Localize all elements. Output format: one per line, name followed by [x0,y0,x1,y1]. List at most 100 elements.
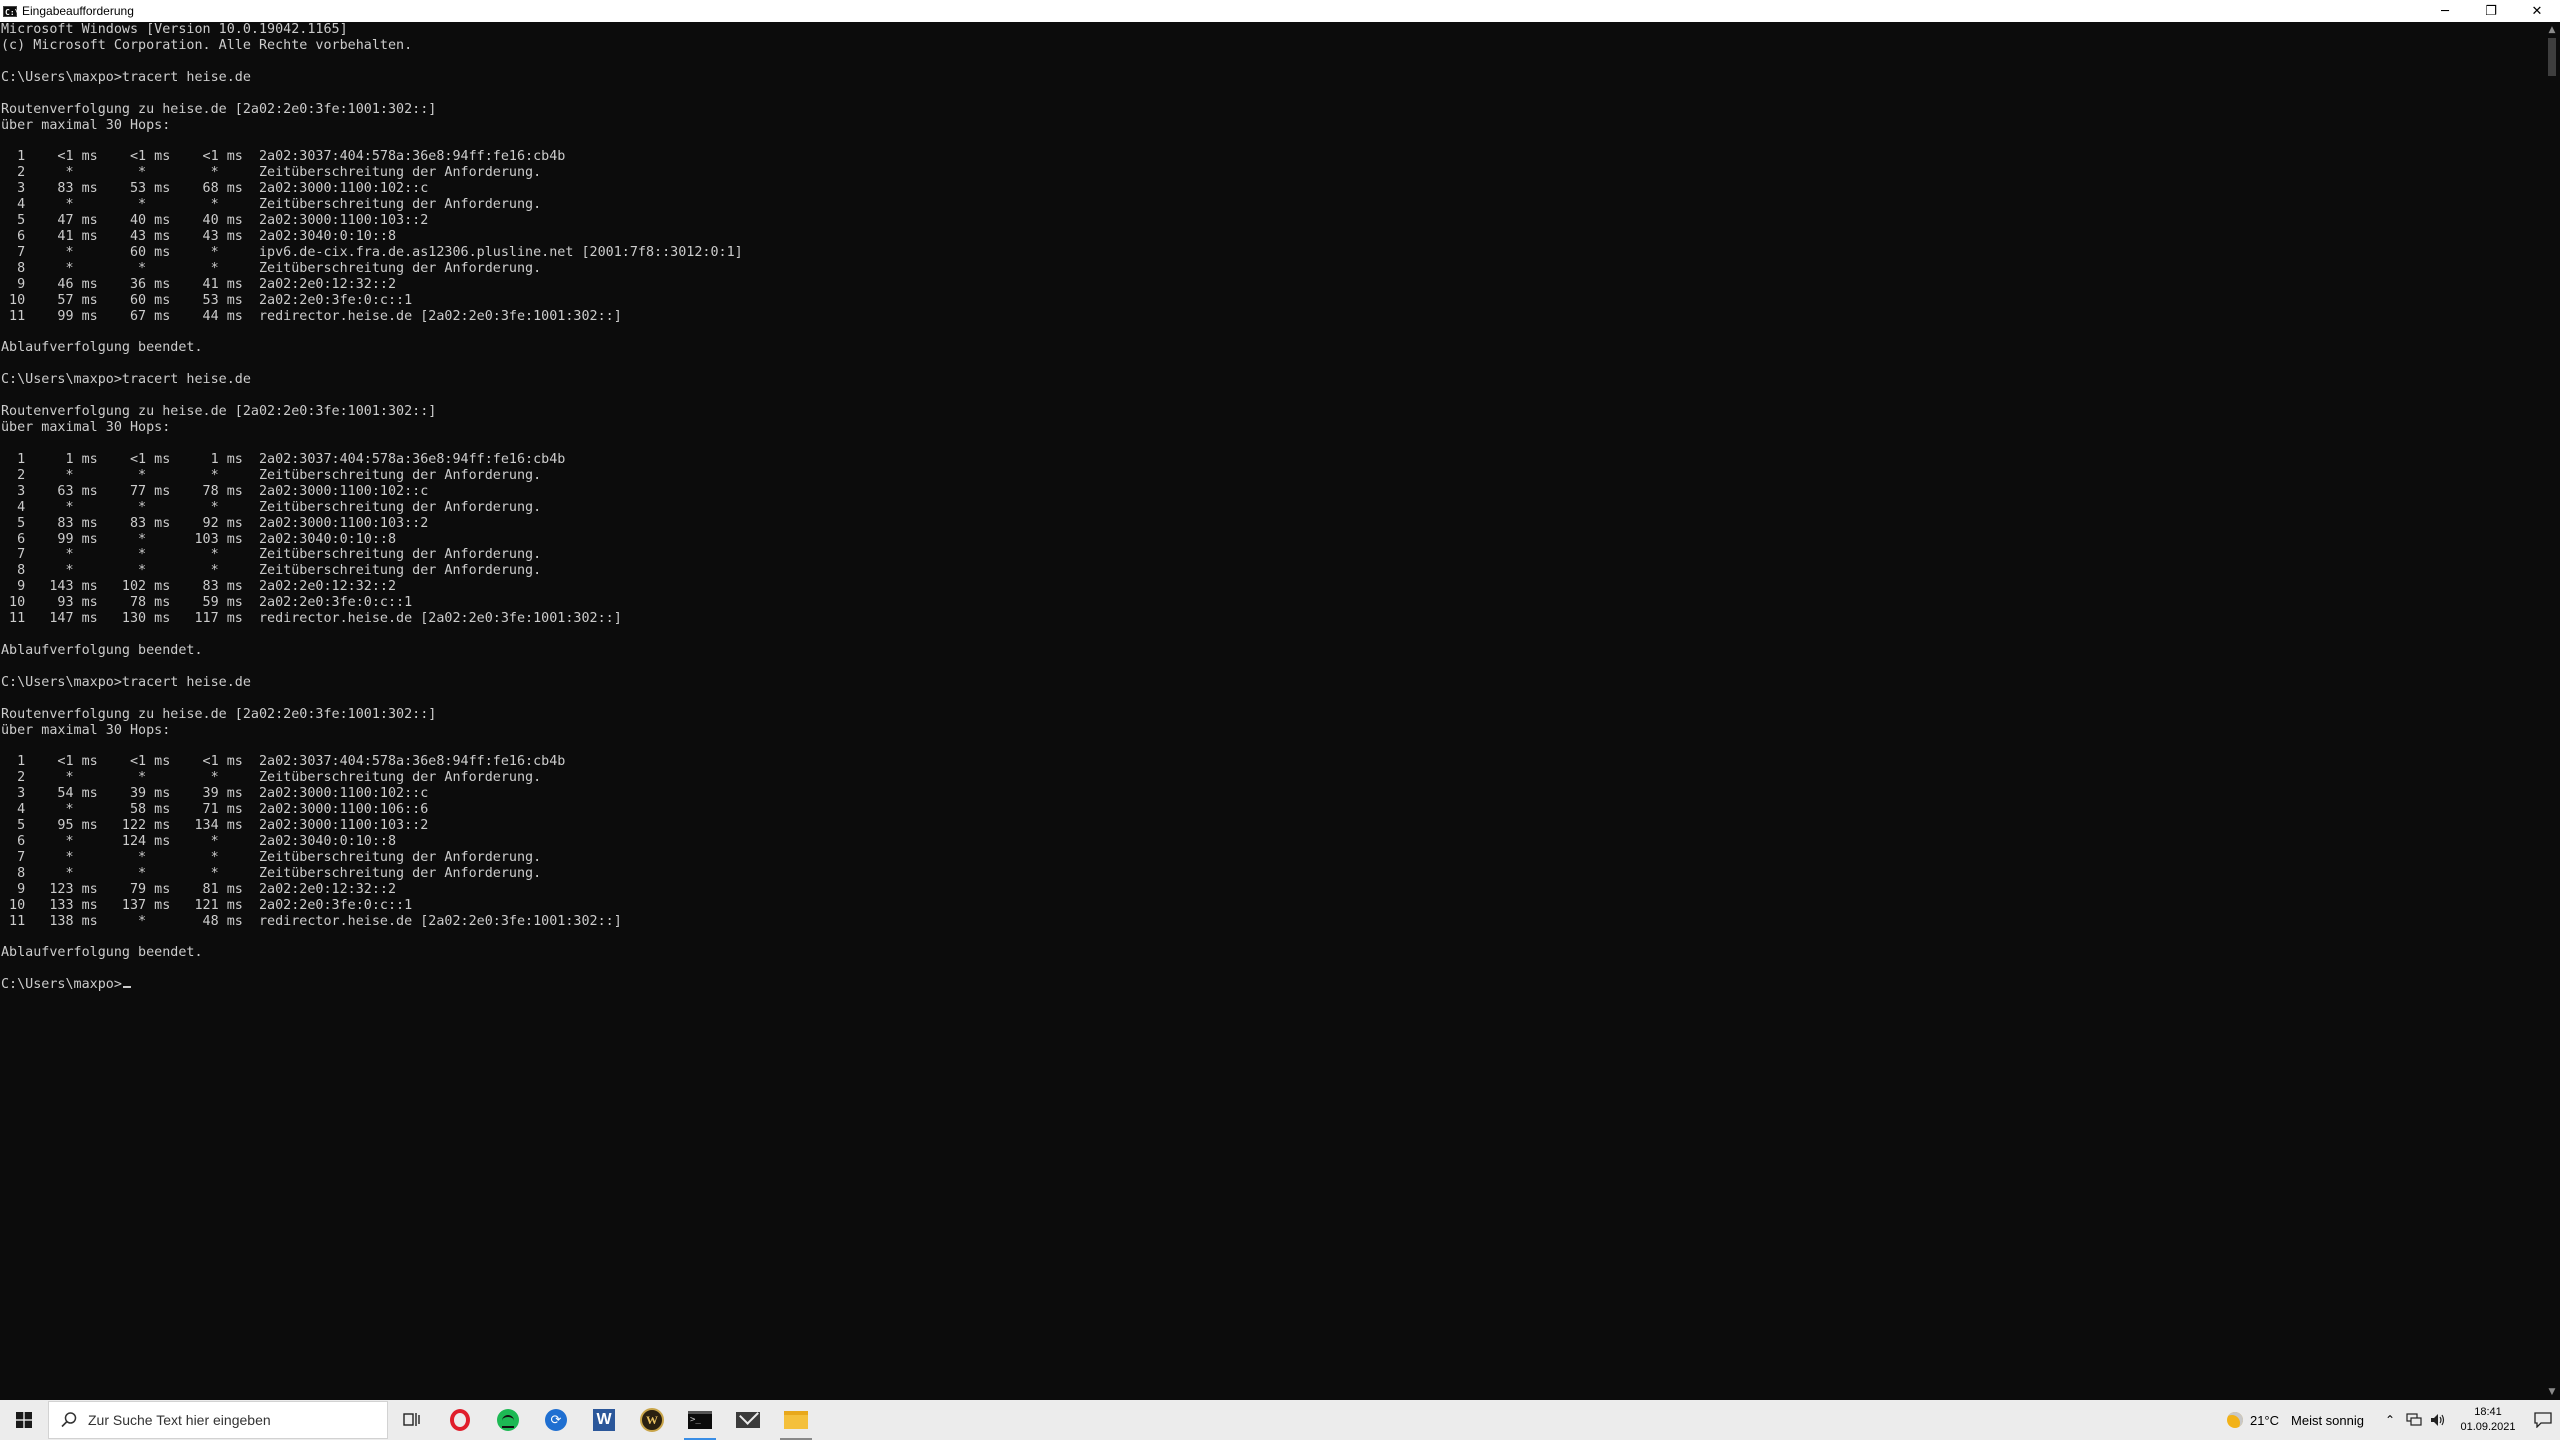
console-line: 6 99 ms * 103 ms 2a02:3040:0:10::8 [1,531,397,547]
console-line: C:\Users\maxpo>tracert heise.de [1,372,251,388]
console-line: 11 99 ms 67 ms 44 ms redirector.heise.de… [1,308,622,324]
mail-icon [736,1412,760,1428]
console-line: 11 138 ms * 48 ms redirector.heise.de [2… [1,913,622,929]
console-line: Ablaufverfolgung beendet. [1,340,203,356]
console-line: Microsoft Windows [Version 10.0.19042.11… [1,22,348,37]
task-view-icon [403,1413,420,1426]
console-line: Routenverfolgung zu heise.de [2a02:2e0:3… [1,101,437,117]
minimize-button[interactable]: ─ [2422,0,2468,22]
scroll-up-arrow-icon[interactable]: ▲ [2544,22,2560,38]
console-line: 1 <1 ms <1 ms <1 ms 2a02:3037:404:578a:3… [1,754,566,770]
console-line: Ablaufverfolgung beendet. [1,945,203,961]
opera-icon [450,1409,470,1431]
sync-icon: ⟳ [545,1409,567,1431]
console-output[interactable]: Microsoft Windows [Version 10.0.19042.11… [0,22,2545,1400]
console-line: über maximal 30 Hops: [1,117,171,133]
spotify-icon [497,1409,519,1431]
volume-icon[interactable] [2426,1400,2450,1440]
console-line: 2 * * * Zeitüberschreitung der Anforderu… [1,165,542,181]
console-line: 10 93 ms 78 ms 59 ms 2a02:2e0:3fe:0:c::1 [1,595,413,611]
console-line: 8 * * * Zeitüberschreitung der Anforderu… [1,563,542,579]
clock-date: 01.09.2021 [2460,1421,2516,1433]
vertical-scrollbar[interactable]: ▲ ▼ [2544,22,2560,1400]
wow-icon: W [640,1408,664,1432]
window-controls: ─ ❐ ✕ [2422,0,2560,22]
console-line: 4 * * * Zeitüberschreitung der Anforderu… [1,499,542,515]
taskbar-app-opera[interactable] [436,1400,484,1440]
cmd-icon: >_ [688,1411,712,1429]
console-line: 3 83 ms 53 ms 68 ms 2a02:3000:1100:102::… [1,181,429,197]
show-hidden-icons-chevron-icon[interactable]: ⌃ [2378,1400,2402,1440]
console-line: 7 * * * Zeitüberschreitung der Anforderu… [1,849,542,865]
restore-button[interactable]: ❐ [2468,0,2514,22]
console-line: über maximal 30 Hops: [1,722,171,738]
console-line: 5 83 ms 83 ms 92 ms 2a02:3000:1100:103::… [1,515,429,531]
folder-icon [784,1411,808,1429]
console-line: 5 47 ms 40 ms 40 ms 2a02:3000:1100:103::… [1,213,429,229]
console-line: C:\Users\maxpo>tracert heise.de [1,674,251,690]
taskbar-app-mail[interactable] [724,1400,772,1440]
console-line: 9 123 ms 79 ms 81 ms 2a02:2e0:12:32::2 [1,881,397,897]
console-line: 2 * * * Zeitüberschreitung der Anforderu… [1,770,542,786]
console-line: 1 1 ms <1 ms 1 ms 2a02:3037:404:578a:36e… [1,451,566,467]
console-line: 6 41 ms 43 ms 43 ms 2a02:3040:0:10::8 [1,228,397,244]
weather-sun-icon [2226,1412,2243,1428]
console-line: 10 57 ms 60 ms 53 ms 2a02:2e0:3fe:0:c::1 [1,292,413,308]
console-line: 9 143 ms 102 ms 83 ms 2a02:2e0:12:32::2 [1,579,397,595]
console-line: 3 54 ms 39 ms 39 ms 2a02:3000:1100:102::… [1,786,429,802]
scrollbar-thumb[interactable] [2548,38,2556,76]
title-bar: C:\ Eingabeaufforderung ─ ❐ ✕ [0,0,2560,22]
console-line: 7 * 60 ms * ipv6.de-cix.fra.de.as12306.p… [1,244,743,260]
taskbar-app-word[interactable]: W [580,1400,628,1440]
console-line: Routenverfolgung zu heise.de [2a02:2e0:3… [1,404,437,420]
console-line: (c) Microsoft Corporation. Alle Rechte v… [1,37,413,53]
taskbar-app-spotify[interactable] [484,1400,532,1440]
taskbar-app-file-explorer[interactable] [772,1400,820,1440]
task-view-button[interactable] [388,1400,436,1440]
console-prompt-line[interactable]: C:\Users\maxpo> [1,977,2545,993]
start-button[interactable] [0,1400,48,1440]
console-line: 9 46 ms 36 ms 41 ms 2a02:2e0:12:32::2 [1,276,397,292]
search-icon [61,1412,77,1428]
scroll-down-arrow-icon[interactable]: ▼ [2544,1384,2560,1400]
taskbar-app-wow[interactable]: W [628,1400,676,1440]
console-line: 4 * * * Zeitüberschreitung der Anforderu… [1,197,542,213]
window-title: Eingabeaufforderung [22,4,134,18]
console-line: 7 * * * Zeitüberschreitung der Anforderu… [1,547,542,563]
console-line: 3 63 ms 77 ms 78 ms 2a02:3000:1100:102::… [1,483,429,499]
clock-time: 18:41 [2474,1406,2502,1418]
taskbar-app-sync[interactable]: ⟳ [532,1400,580,1440]
console-line: 1 <1 ms <1 ms <1 ms 2a02:3037:404:578a:3… [1,149,566,165]
console-line: Routenverfolgung zu heise.de [2a02:2e0:3… [1,706,437,722]
cmd-app-icon[interactable]: C:\ [3,5,19,17]
text-cursor [122,986,131,989]
weather-description: Meist sonnig [2291,1412,2364,1428]
console-line: 6 * 124 ms * 2a02:3040:0:10::8 [1,834,397,850]
close-button[interactable]: ✕ [2514,0,2560,22]
taskbar-search-box[interactable]: Zur Suche Text hier eingeben [48,1401,388,1439]
search-placeholder: Zur Suche Text hier eingeben [88,1412,271,1428]
weather-widget[interactable]: 21°C Meist sonnig [2226,1412,2364,1428]
console-line: 4 * 58 ms 71 ms 2a02:3000:1100:106::6 [1,802,429,818]
notification-center-button[interactable] [2526,1400,2560,1440]
windows-logo-icon [16,1412,32,1428]
taskbar-clock[interactable]: 18:41 01.09.2021 [2456,1405,2520,1435]
weather-temperature: 21°C [2249,1412,2280,1428]
network-icon[interactable] [2402,1400,2426,1440]
console-line: 11 147 ms 130 ms 117 ms redirector.heise… [1,611,622,627]
console-line: 5 95 ms 122 ms 134 ms 2a02:3000:1100:103… [1,818,429,834]
console-line: C:\Users\maxpo>tracert heise.de [1,69,251,85]
taskbar-app-command-prompt[interactable]: >_ [676,1400,724,1440]
